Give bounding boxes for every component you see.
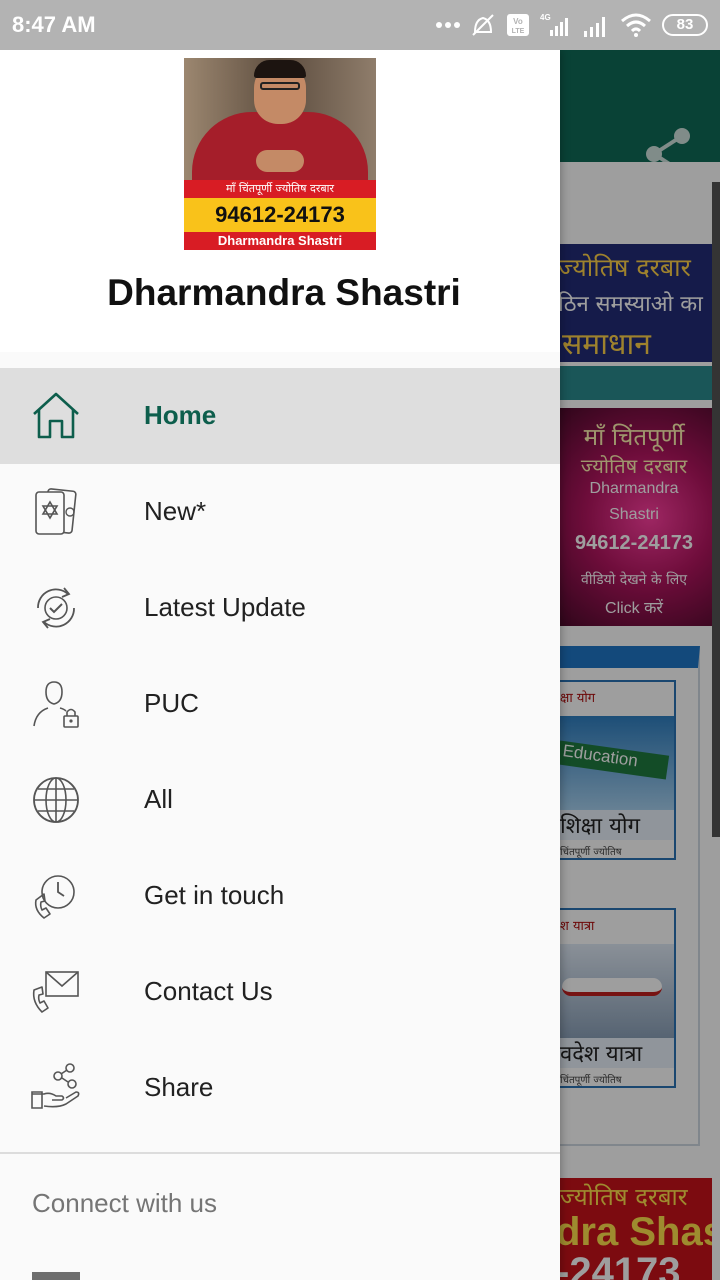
menu-item-label: Get in touch <box>144 880 285 910</box>
status-bar: 8:47 AM Vo LTE 4G 83 <box>0 0 720 50</box>
menu-item-share[interactable]: Share <box>0 1040 560 1136</box>
globe-icon <box>28 772 84 828</box>
refresh-check-icon <box>28 580 84 636</box>
profile-image: माँ चिंतपूर्णी ज्योतिष दरबार 94612-24173… <box>184 58 376 250</box>
battery-icon: 83 <box>662 14 708 36</box>
menu-item-puc[interactable]: PUC <box>0 656 560 752</box>
profile-image-hands <box>256 150 304 172</box>
menu-item-contact-us[interactable]: Contact Us <box>0 944 560 1040</box>
phone-clock-icon <box>28 868 84 924</box>
signal-icon <box>584 17 605 37</box>
volte-icon: Vo LTE <box>507 14 529 36</box>
menu-item-label: Contact Us <box>144 976 273 1006</box>
profile-image-phone: 94612-24173 <box>184 198 376 232</box>
drawer-menu: Home New* Latest Update PUC All Get in t… <box>0 368 560 1136</box>
menu-item-get-in-touch[interactable]: Get in touch <box>0 848 560 944</box>
menu-item-new[interactable]: New* <box>0 464 560 560</box>
social-icon[interactable] <box>32 1272 80 1280</box>
wifi-icon <box>621 13 651 37</box>
more-dots-icon <box>436 22 460 28</box>
home-icon <box>28 388 84 444</box>
status-icons: Vo LTE 4G 83 <box>436 8 708 42</box>
star-of-david-cards-icon <box>28 484 84 540</box>
hand-share-icon <box>28 1060 84 1116</box>
menu-item-label: All <box>144 784 173 814</box>
status-time: 8:47 AM <box>12 12 96 37</box>
profile-image-glasses <box>260 82 300 90</box>
menu-item-label: Latest Update <box>144 592 306 622</box>
menu-item-label: Home <box>144 400 217 430</box>
user-lock-icon <box>28 676 84 732</box>
menu-divider <box>0 1152 560 1154</box>
menu-item-label: Share <box>144 1072 214 1102</box>
profile-image-band-top: माँ चिंतपूर्णी ज्योतिष दरबार <box>184 180 376 198</box>
menu-item-all[interactable]: All <box>0 752 560 848</box>
menu-item-label: New* <box>144 496 207 526</box>
signal-4g-icon: 4G <box>540 13 568 36</box>
svg-text:Vo: Vo <box>513 17 523 26</box>
menu-item-label: PUC <box>144 688 199 718</box>
connect-section-label: Connect with us <box>32 1188 217 1218</box>
alarm-off-icon <box>472 14 494 36</box>
phone-mail-icon <box>28 964 84 1020</box>
profile-name: Dharmandra Shastri <box>107 272 461 313</box>
drawer-header: माँ चिंतपूर्णी ज्योतिष दरबार 94612-24173… <box>0 50 560 352</box>
menu-item-latest-update[interactable]: Latest Update <box>0 560 560 656</box>
profile-image-band-bottom: Dharmandra Shastri <box>184 232 376 250</box>
navigation-drawer: माँ चिंतपूर्णी ज्योतिष दरबार 94612-24173… <box>0 50 560 1280</box>
svg-text:LTE: LTE <box>512 28 525 35</box>
profile-image-hair <box>254 60 306 78</box>
svg-text:4G: 4G <box>540 13 551 22</box>
menu-item-home[interactable]: Home <box>0 368 560 464</box>
